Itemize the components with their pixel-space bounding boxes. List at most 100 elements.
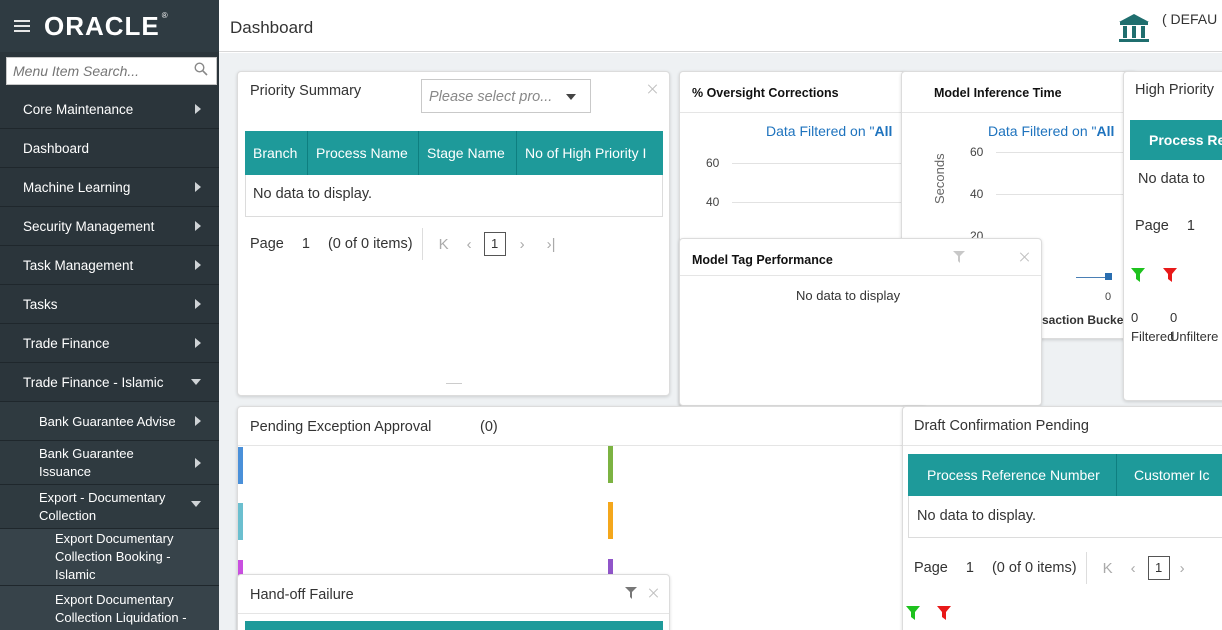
- sidebar-item-tasks[interactable]: Tasks: [0, 285, 219, 324]
- draft-confirmation-pending-widget: Draft Confirmation Pending Process Refer…: [902, 406, 1222, 630]
- filter-icon[interactable]: [1131, 268, 1145, 282]
- app-root: y p ORACLE® Core MaintenanceDashboardMac…: [0, 0, 1222, 630]
- page-label: Page: [1135, 218, 1169, 234]
- chevron-right-icon: [195, 338, 201, 348]
- search-input[interactable]: [7, 63, 187, 79]
- data-point: [1105, 273, 1112, 280]
- column-header[interactable]: Branch: [245, 131, 308, 175]
- sidebar-item-label: Bank Guarantee Issuance: [39, 445, 134, 479]
- filter-icon[interactable]: [625, 587, 637, 599]
- table-header: Process Reference Number Customer Ic: [908, 454, 1222, 496]
- close-icon[interactable]: [648, 84, 658, 94]
- filtered-label: Filtered: [1131, 329, 1175, 344]
- filter-icon[interactable]: [1163, 268, 1177, 282]
- pagination: Page 1 (0 of 0 items) K ‹ 1 ›: [914, 552, 1185, 584]
- column-header[interactable]: No of High Priority I: [517, 131, 663, 175]
- top-header: Dashboard ( DEFAU: [219, 0, 1222, 52]
- unfiltered-label: Unfiltere: [1170, 329, 1219, 344]
- sidebar-item-task-management[interactable]: Task Management: [0, 246, 219, 285]
- sidebar-item-core-maintenance[interactable]: Core Maintenance: [0, 90, 219, 129]
- process-select[interactable]: Please select pro...: [421, 79, 591, 113]
- sidebar-item-label: Tasks: [23, 296, 58, 312]
- sidebar-item-export-documentary-collection-booking-islamic[interactable]: Export Documentary Collection Booking - Is…: [0, 529, 219, 586]
- column-header[interactable]: Stage Name: [419, 131, 517, 175]
- column-header[interactable]: Process Name: [308, 131, 419, 175]
- search-icon[interactable]: [194, 62, 208, 76]
- resize-handle[interactable]: [446, 383, 462, 384]
- hamburger-icon[interactable]: [14, 17, 30, 35]
- prev-page-button[interactable]: ‹: [467, 236, 472, 253]
- widget-title: Model Inference Time: [934, 86, 1062, 100]
- dashboard-content: Priority Summary Please select pro... Br…: [219, 53, 1222, 630]
- item-count: (0 of 0 items): [327, 236, 413, 252]
- chart-bar: [608, 502, 613, 539]
- column-header[interactable]: Customer Ic: [1117, 454, 1222, 496]
- filter-icon[interactable]: [906, 606, 920, 620]
- prev-page-button[interactable]: ‹: [1131, 560, 1136, 577]
- widget-title: Hand-off Failure: [250, 587, 354, 603]
- widget-title: Pending Exception Approval: [250, 419, 432, 435]
- filter-icon[interactable]: [953, 251, 965, 263]
- chevron-down-icon: [566, 94, 576, 100]
- page-label: Page: [250, 236, 284, 252]
- x-tick: 0: [1105, 291, 1112, 303]
- sidebar-item-label: Core Maintenance: [23, 101, 134, 117]
- pagination: Page 1 (0 of 0 items) K ‹ 1 › ›|: [250, 228, 555, 260]
- sidebar-item-bank-guarantee-advise[interactable]: Bank Guarantee Advise: [0, 402, 219, 441]
- chevron-right-icon: [195, 299, 201, 309]
- sidebar-item-security-management[interactable]: Security Management: [0, 207, 219, 246]
- sidebar-item-label: Export - Documentary Collection: [39, 489, 166, 523]
- page-number: 1: [965, 560, 974, 576]
- chart-bar: [608, 446, 613, 483]
- y-axis-label: Seconds: [932, 153, 947, 204]
- filter-summary: Data Filtered on "All: [988, 123, 1115, 139]
- table-header: Branch Process Name Stage Name No of Hig…: [245, 131, 663, 175]
- menu-search: [6, 57, 217, 85]
- sidebar-item-export-documentary-collection-liquidation[interactable]: Export Documentary Collection Liquidation…: [0, 586, 219, 630]
- sidebar-item-bank-guarantee-issuance[interactable]: Bank Guarantee Issuance: [0, 441, 219, 485]
- x-axis-label: saction Bucket: [1042, 313, 1128, 327]
- sidebar-item-machine-learning[interactable]: Machine Learning: [0, 168, 219, 207]
- sidebar-item-export-documentary-collection[interactable]: Export - Documentary Collection: [0, 485, 219, 529]
- sidebar-item-label: Machine Learning: [23, 179, 131, 195]
- bank-icon[interactable]: [1117, 12, 1151, 44]
- no-data-text: No data to: [1138, 171, 1205, 187]
- table-header: [245, 621, 663, 630]
- sidebar-item-label: Bank Guarantee Advise: [39, 413, 176, 429]
- table-header: Process Re: [1130, 120, 1222, 160]
- close-icon[interactable]: [649, 588, 659, 598]
- sidebar-item-label: Export Documentary Collection Booking - Is…: [55, 531, 174, 582]
- chevron-right-icon: [195, 416, 201, 426]
- chevron-right-icon: [195, 104, 201, 114]
- y-tick: 60: [706, 156, 720, 170]
- sidebar-item-trade-finance[interactable]: Trade Finance: [0, 324, 219, 363]
- first-page-button[interactable]: K: [439, 236, 449, 253]
- sidebar-item-dashboard[interactable]: Dashboard: [0, 129, 219, 168]
- item-count: (0): [480, 419, 498, 435]
- page-number: 1: [1186, 218, 1195, 234]
- sidebar-item-label: Task Management: [23, 257, 134, 273]
- chevron-right-icon: [195, 458, 201, 468]
- priority-summary-widget: Priority Summary Please select pro... Br…: [237, 71, 670, 396]
- widget-title: High Priority: [1135, 82, 1214, 98]
- filtered-count: 0: [1131, 310, 1139, 325]
- current-page-box[interactable]: 1: [1147, 556, 1170, 580]
- column-header[interactable]: Process Reference Number: [908, 454, 1117, 496]
- filter-icon[interactable]: [937, 606, 951, 620]
- current-page-box[interactable]: 1: [483, 232, 506, 256]
- first-page-button[interactable]: K: [1103, 560, 1113, 577]
- pagination: Page 1: [1135, 218, 1195, 234]
- close-icon[interactable]: [1020, 252, 1030, 262]
- last-page-button[interactable]: ›|: [547, 236, 556, 253]
- user-profile[interactable]: ( DEFAU: [1162, 11, 1217, 27]
- chart-bar: [238, 503, 243, 540]
- y-tick: 40: [706, 195, 720, 209]
- chevron-right-icon: [195, 221, 201, 231]
- model-tag-performance-widget: Model Tag Performance No data to display: [679, 238, 1042, 406]
- column-header[interactable]: Process Re: [1130, 120, 1222, 160]
- sidebar-item-trade-finance-islamic[interactable]: Trade Finance - Islamic: [0, 363, 219, 402]
- chevron-right-icon: [195, 182, 201, 192]
- next-page-button[interactable]: ›: [520, 236, 525, 253]
- next-page-button[interactable]: ›: [1180, 560, 1185, 577]
- select-placeholder: Please select pro...: [429, 89, 553, 105]
